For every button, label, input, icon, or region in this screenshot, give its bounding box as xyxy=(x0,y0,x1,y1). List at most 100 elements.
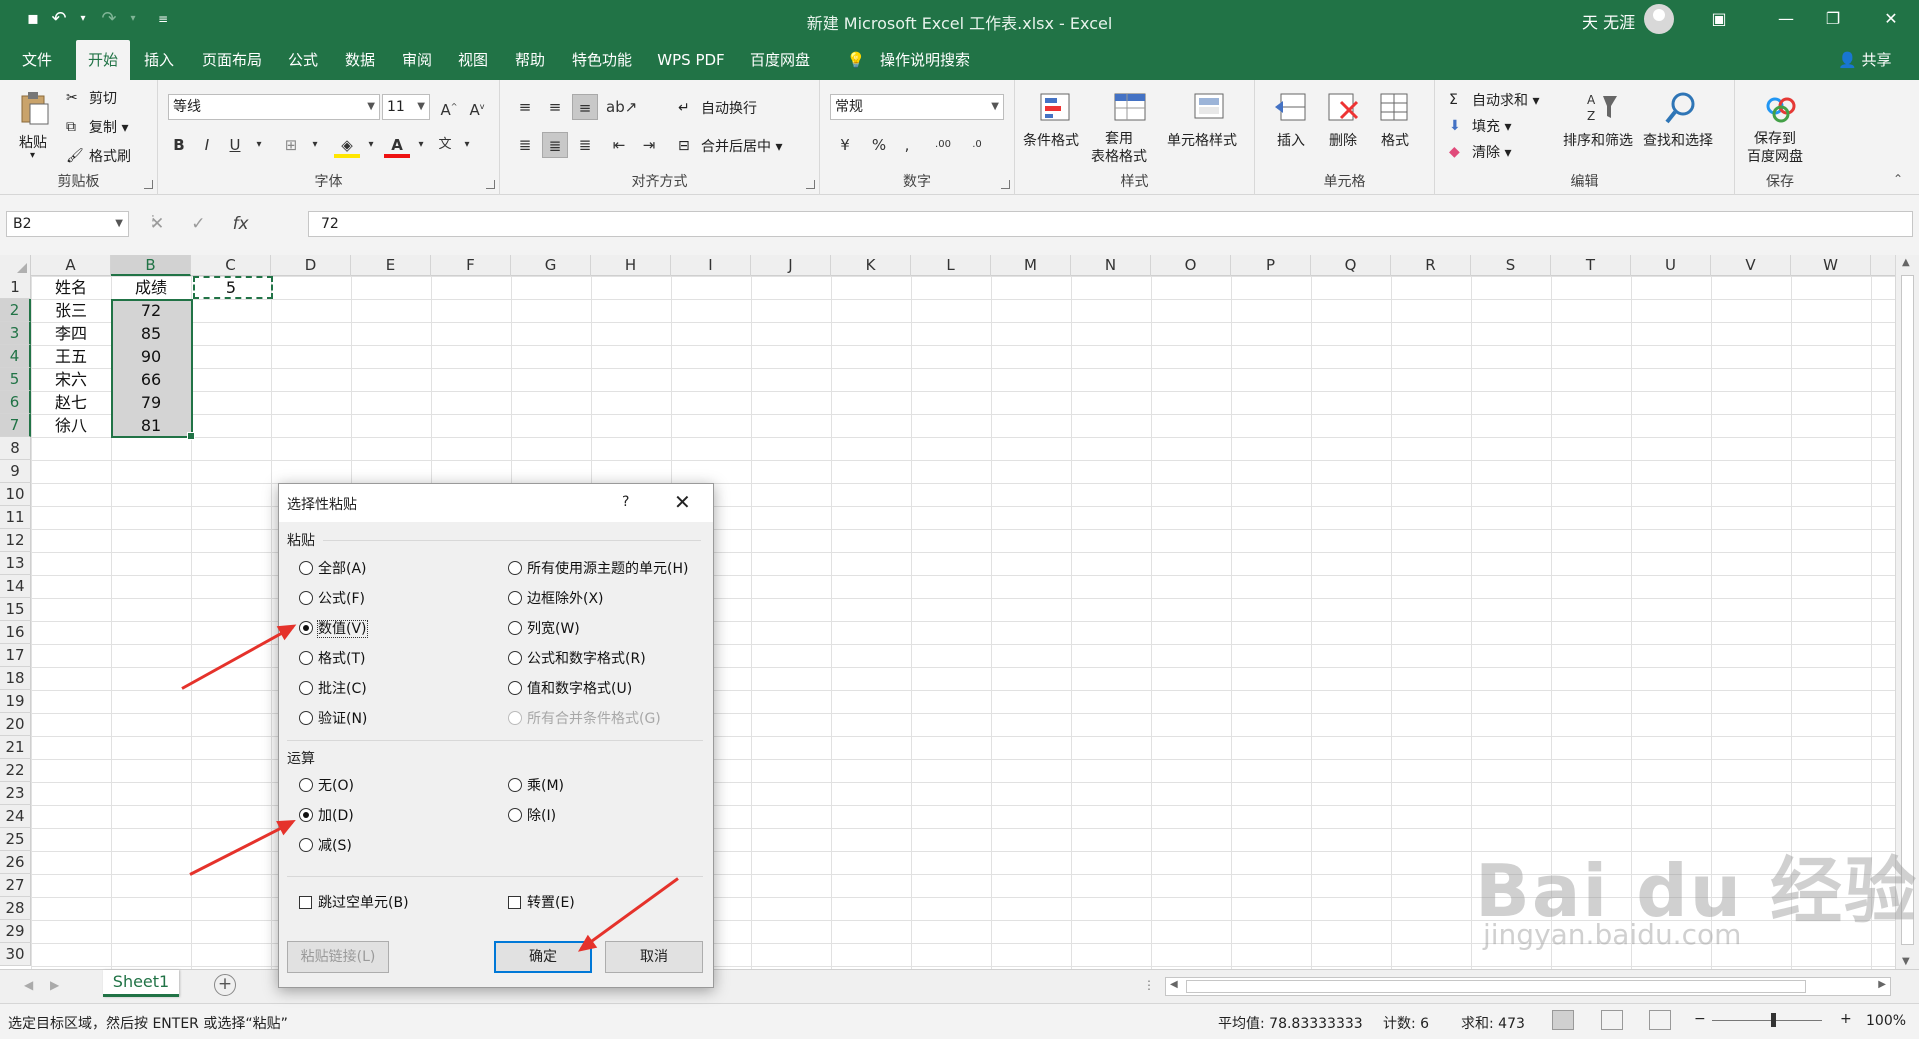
paste-option-formats[interactable]: 格式(T) xyxy=(299,650,365,668)
column-header-q[interactable]: Q xyxy=(1311,255,1391,276)
share-button[interactable]: 👤 共享 xyxy=(1838,40,1891,80)
copy-button[interactable]: ⧉ 复制 ▾ xyxy=(66,117,128,137)
cell-a6[interactable]: 赵七 xyxy=(31,391,111,414)
column-header-p[interactable]: P xyxy=(1231,255,1311,276)
column-header-m[interactable]: M xyxy=(991,255,1071,276)
row-header-18[interactable]: 18 xyxy=(0,667,31,690)
row-header-2[interactable]: 2 xyxy=(0,299,31,322)
align-bottom-icon[interactable]: ≡ xyxy=(572,94,598,120)
row-header-1[interactable]: 1 xyxy=(0,276,31,299)
column-header-k[interactable]: K xyxy=(831,255,911,276)
font-launcher[interactable] xyxy=(486,180,495,189)
align-left-icon[interactable]: ≣ xyxy=(512,132,538,158)
user-name[interactable]: 天 无涯 xyxy=(1582,9,1635,33)
cell-styles-button[interactable]: 单元格样式 xyxy=(1167,130,1237,150)
format-table-icon[interactable] xyxy=(1113,90,1149,126)
column-header-c[interactable]: C xyxy=(191,255,271,276)
wrap-text-button[interactable]: ↵ 自动换行 xyxy=(678,98,757,118)
row-header-23[interactable]: 23 xyxy=(0,782,31,805)
avatar[interactable] xyxy=(1644,4,1674,34)
autosum-button[interactable]: Σ 自动求和 ▾ xyxy=(1449,90,1539,110)
paste-option-column-widths[interactable]: 列宽(W) xyxy=(508,620,580,638)
column-header-d[interactable]: D xyxy=(271,255,351,276)
row-header-5[interactable]: 5 xyxy=(0,368,31,391)
clipboard-launcher[interactable] xyxy=(144,180,153,189)
number-format-select[interactable]: 常规 ▼ xyxy=(830,94,1004,120)
cell-b1[interactable]: 成绩 xyxy=(111,276,191,299)
cell-a1[interactable]: 姓名 xyxy=(31,276,111,299)
tab-formulas[interactable]: 公式 xyxy=(280,40,326,80)
find-select-button[interactable]: 查找和选择 xyxy=(1643,130,1713,150)
cell-styles-icon[interactable] xyxy=(1193,90,1229,126)
row-header-11[interactable]: 11 xyxy=(0,506,31,529)
tab-split-handle-icon[interactable]: ⋮ xyxy=(1143,978,1155,992)
row-header-20[interactable]: 20 xyxy=(0,713,31,736)
operation-multiply[interactable]: 乘(M) xyxy=(508,777,564,795)
row-header-21[interactable]: 21 xyxy=(0,736,31,759)
status-sum[interactable]: 求和: 473 xyxy=(1461,1013,1525,1033)
paste-option-no-borders[interactable]: 边框除外(X) xyxy=(508,590,604,608)
align-right-icon[interactable]: ≣ xyxy=(572,132,598,158)
row-header-26[interactable]: 26 xyxy=(0,851,31,874)
cut-button[interactable]: ✂ 剪切 xyxy=(66,88,117,108)
fill-color-icon[interactable]: ◈ xyxy=(334,132,360,158)
column-header-o[interactable]: O xyxy=(1151,255,1231,276)
column-header-w[interactable]: W xyxy=(1791,255,1871,276)
font-name-select[interactable]: 等线 ▼ xyxy=(168,94,380,120)
paste-option-comments[interactable]: 批注(C) xyxy=(299,680,367,698)
insert-cells-icon[interactable] xyxy=(1273,90,1309,126)
add-sheet-icon[interactable]: + xyxy=(214,974,236,996)
sheet-tab-sheet1[interactable]: Sheet1 xyxy=(103,970,179,997)
tab-page-layout[interactable]: 页面布局 xyxy=(194,40,270,80)
column-header-t[interactable]: T xyxy=(1551,255,1631,276)
row-header-28[interactable]: 28 xyxy=(0,897,31,920)
column-header-l[interactable]: L xyxy=(911,255,991,276)
cell-a7[interactable]: 徐八 xyxy=(31,414,111,437)
operation-divide[interactable]: 除(I) xyxy=(508,807,556,825)
insert-button[interactable]: 插入 xyxy=(1277,130,1305,150)
row-header-7[interactable]: 7 xyxy=(0,414,31,437)
percent-icon[interactable]: % xyxy=(866,132,892,158)
column-header-a[interactable]: A xyxy=(31,255,111,276)
row-header-22[interactable]: 22 xyxy=(0,759,31,782)
zoom-level[interactable]: 100% xyxy=(1866,1013,1906,1029)
restore-icon[interactable]: ❐ xyxy=(1818,6,1848,32)
collapse-ribbon-icon[interactable]: ⌃ xyxy=(1893,172,1903,186)
column-header-j[interactable]: J xyxy=(751,255,831,276)
row-header-14[interactable]: 14 xyxy=(0,575,31,598)
row-header-8[interactable]: 8 xyxy=(0,437,31,460)
zoom-in-icon[interactable]: + xyxy=(1840,1011,1852,1027)
align-top-icon[interactable]: ≡ xyxy=(512,94,538,120)
borders-dropdown-icon[interactable]: ▾ xyxy=(302,132,328,158)
paste-option-all[interactable]: 全部(A) xyxy=(299,560,367,578)
row-header-25[interactable]: 25 xyxy=(0,828,31,851)
orientation-icon[interactable]: ab↗ xyxy=(606,94,637,120)
delete-cells-icon[interactable] xyxy=(1325,90,1361,126)
status-count[interactable]: 计数: 6 xyxy=(1383,1013,1429,1033)
tab-wps-pdf[interactable]: WPS PDF xyxy=(652,40,730,80)
cell-a3[interactable]: 李四 xyxy=(31,322,111,345)
align-center-icon[interactable]: ≣ xyxy=(542,132,568,158)
find-select-icon[interactable] xyxy=(1663,90,1699,126)
column-header-v[interactable]: V xyxy=(1711,255,1791,276)
conditional-format-icon[interactable] xyxy=(1039,90,1075,126)
column-header-g[interactable]: G xyxy=(511,255,591,276)
zoom-slider-thumb[interactable] xyxy=(1771,1013,1776,1027)
status-average[interactable]: 平均值: 78.83333333 xyxy=(1218,1013,1363,1033)
column-header-h[interactable]: H xyxy=(591,255,671,276)
operation-subtract[interactable]: 减(S) xyxy=(299,837,352,855)
format-table-button[interactable]: 套用 表格格式 xyxy=(1091,130,1147,166)
bold-button[interactable]: B xyxy=(166,132,192,158)
paste-dropdown-icon[interactable]: ▾ xyxy=(30,150,35,161)
font-color-dropdown-icon[interactable]: ▾ xyxy=(408,132,434,158)
shrink-font-icon[interactable]: Av xyxy=(464,94,490,120)
formula-input[interactable]: 72 xyxy=(308,211,1913,237)
clear-button[interactable]: ◆ 清除 ▾ xyxy=(1449,142,1511,162)
operation-add[interactable]: 加(D) xyxy=(299,807,354,825)
paste-icon[interactable] xyxy=(16,90,52,126)
column-header-u[interactable]: U xyxy=(1631,255,1711,276)
alignment-launcher[interactable] xyxy=(806,180,815,189)
row-header-27[interactable]: 27 xyxy=(0,874,31,897)
cancel-button[interactable]: 取消 xyxy=(605,941,703,973)
scroll-down-icon[interactable]: ▼ xyxy=(1902,956,1910,967)
